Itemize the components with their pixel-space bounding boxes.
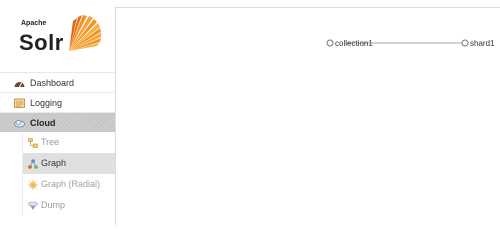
cloud-graph-panel: collection1 shard1 [115,7,500,225]
sub-item-label: Dump [41,200,66,210]
main-nav: Dashboard Logging Cloud Tree Graph Graph… [0,72,115,216]
sub-item-tree[interactable]: Tree [22,132,115,153]
dump-icon [28,201,38,210]
sub-item-dump[interactable]: Dump [22,195,115,216]
node-label: collection1 [335,39,373,48]
radial-graph-icon [28,180,38,190]
nav-item-logging[interactable]: Logging [0,92,115,112]
sub-item-label: Graph (Radial) [41,179,101,189]
nav-item-label: Cloud [30,118,56,128]
nav-item-dashboard[interactable]: Dashboard [0,72,115,92]
graph-node-shard[interactable]: shard1 [461,39,495,48]
logo-solr-text: Solr [19,30,64,55]
node-circle [461,39,469,47]
logo-apache-text: Apache [21,20,47,27]
sub-item-label: Tree [41,137,60,147]
nav-item-cloud[interactable]: Cloud [0,112,115,132]
cloud-icon [14,120,25,128]
logging-icon [14,98,25,108]
sidebar: Apache Solr Dashboard Logging Cloud Tree… [0,0,115,225]
sub-item-label: Graph [41,158,67,168]
tree-icon [28,138,38,148]
dashboard-icon [14,82,25,88]
nav-item-label: Logging [30,98,63,108]
cloud-graph: collection1 shard1 [326,39,495,48]
graph-icon [28,159,38,169]
solr-sun-icon [69,15,101,51]
node-circle [326,39,334,47]
solr-logo[interactable]: Apache Solr [0,0,115,68]
sub-item-graph-radial[interactable]: Graph (Radial) [22,174,115,195]
graph-node-collection[interactable]: collection1 [326,39,373,48]
nav-item-label: Dashboard [30,78,75,88]
sub-item-graph[interactable]: Graph [22,153,115,174]
node-label: shard1 [470,39,495,48]
